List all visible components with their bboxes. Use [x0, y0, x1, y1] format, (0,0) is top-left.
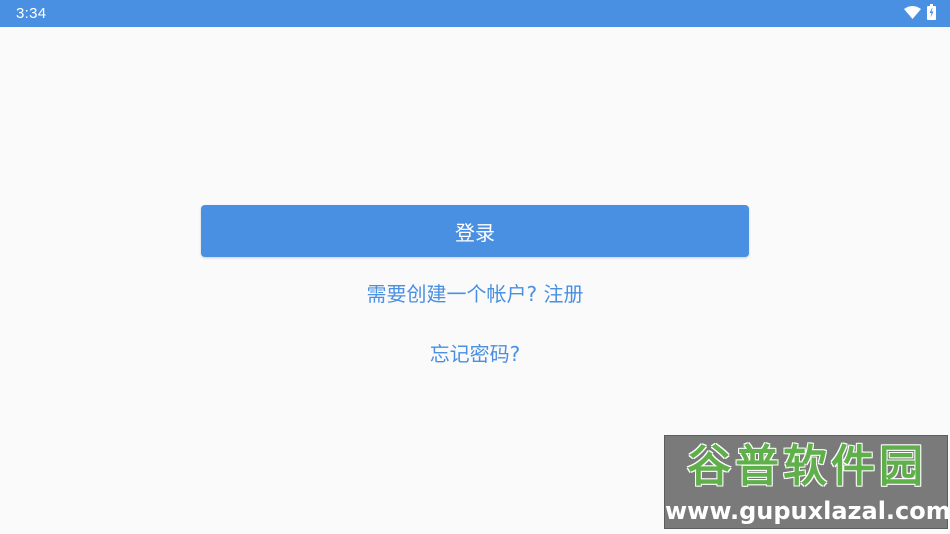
battery-icon — [927, 3, 936, 24]
status-icons — [904, 3, 936, 24]
watermark-title: 谷普软件园 — [687, 441, 927, 492]
status-bar: 3:34 — [0, 0, 950, 27]
forgot-password-link[interactable]: 忘记密码? — [0, 338, 950, 367]
register-link[interactable]: 需要创建一个帐户? 注册 — [0, 278, 950, 307]
wifi-icon — [904, 4, 921, 23]
status-time: 3:34 — [16, 5, 47, 22]
watermark-url: www.gupuxlazal.com — [665, 497, 950, 525]
watermark-logo: 谷普软件园 www.gupuxlazal.com — [664, 435, 950, 529]
login-button[interactable]: 登录 — [201, 205, 749, 257]
